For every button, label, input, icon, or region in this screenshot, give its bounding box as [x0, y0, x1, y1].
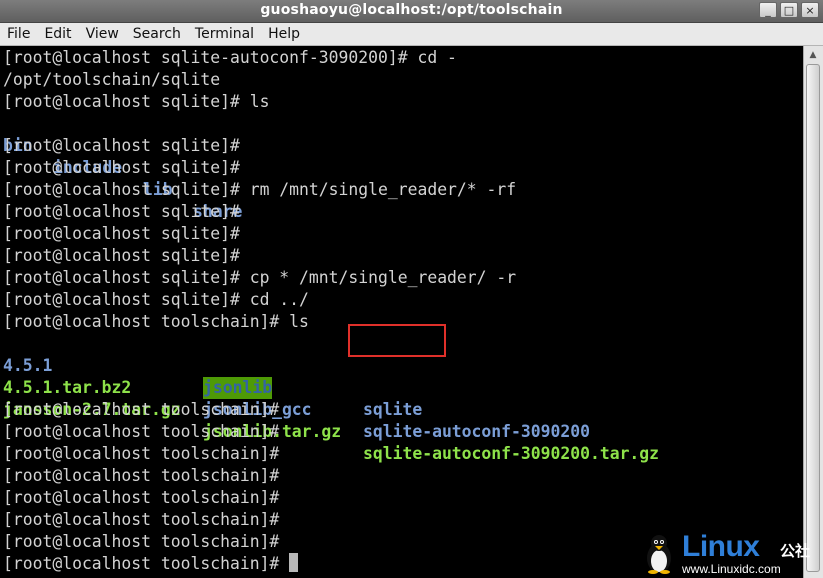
minimize-button[interactable]: _	[759, 2, 777, 18]
terminal-line: [root@localhost toolschain]#	[3, 532, 280, 551]
archive-entry: sqlite-autoconf-3090200.tar.gz	[363, 444, 660, 463]
terminal-line: [root@localhost toolschain]#	[3, 400, 280, 419]
terminal-line: [root@localhost sqlite]# ls	[3, 92, 270, 111]
terminal-line: [root@localhost toolschain]#	[3, 444, 280, 463]
terminal-line: [root@localhost toolschain]#	[3, 488, 280, 507]
window-title: guoshaoyu@localhost:/opt/toolschain	[260, 2, 563, 18]
terminal-line: [root@localhost sqlite]# cp * /mnt/singl…	[3, 268, 517, 287]
watermark-brand-cn: 公社	[780, 542, 811, 560]
terminal-line: [root@localhost toolschain]#	[3, 510, 280, 529]
terminal-line: [root@localhost sqlite]# cd ../	[3, 290, 309, 309]
terminal-output[interactable]: [root@localhost sqlite-autoconf-3090200]…	[0, 46, 803, 578]
ls-output-sqlite: bin include lib share	[3, 113, 242, 221]
terminal-line: [root@localhost toolschain]#	[3, 466, 280, 485]
window-titlebar[interactable]: guoshaoyu@localhost:/opt/toolschain _ □ …	[0, 0, 823, 23]
terminal-line: /opt/toolschain/sqlite	[3, 70, 221, 89]
menu-terminal[interactable]: Terminal	[188, 26, 261, 42]
dir-entry: sqlite-autoconf-3090200	[363, 422, 590, 441]
terminal-line: [root@localhost toolschain]# ls	[3, 312, 309, 331]
terminal-line: [root@localhost sqlite]#	[3, 224, 240, 243]
terminal-line: [root@localhost toolschain]#	[3, 422, 280, 441]
watermark-url: www.Linuxidc.com	[682, 562, 781, 576]
vertical-scrollbar[interactable]: ▲	[803, 46, 823, 578]
menu-search[interactable]: Search	[126, 26, 188, 42]
highlight-annotation-box	[348, 324, 446, 357]
scrollbar-thumb[interactable]	[806, 64, 820, 572]
terminal-line: [root@localhost sqlite]#	[3, 158, 240, 177]
watermark-logo: Linux 公社 www.Linuxidc.com	[640, 530, 820, 576]
terminal-line: [root@localhost sqlite]#	[3, 246, 240, 265]
close-button[interactable]: ×	[801, 2, 819, 18]
menubar: File Edit View Search Terminal Help	[0, 23, 823, 46]
dir-entry: sqlite	[363, 400, 423, 419]
ls-output-row: 4.5.1 jsonlib sqlite	[3, 333, 422, 419]
terminal-line: [root@localhost sqlite]# rm /mnt/single_…	[3, 180, 517, 199]
scroll-up-arrow-icon[interactable]: ▲	[806, 48, 820, 62]
maximize-button[interactable]: □	[780, 2, 798, 18]
prompt-text: [root@localhost toolschain]#	[3, 554, 280, 573]
ls-output-row: 4.5.1.tar.bz2 jsonlib_gcc sqlite-autocon…	[3, 355, 590, 441]
terminal-line: [root@localhost sqlite-autoconf-3090200]…	[3, 48, 457, 67]
watermark-brand: Linux	[682, 530, 760, 563]
ls-output-row: jansson-2.7.tar.gz jsonlib.tar.gz sqlite…	[3, 377, 659, 463]
text-cursor	[289, 553, 299, 572]
menu-file[interactable]: File	[0, 26, 37, 42]
menu-help[interactable]: Help	[261, 26, 307, 42]
terminal-prompt-line: [root@localhost toolschain]#	[3, 553, 299, 575]
dir-entry-highlighted: jsonlib	[203, 377, 273, 399]
tux-penguin-icon	[647, 535, 671, 574]
terminal-line: [root@localhost sqlite]#	[3, 136, 240, 155]
menu-view[interactable]: View	[79, 26, 126, 42]
terminal-line: [root@localhost sqlite]#	[3, 202, 240, 221]
menu-edit[interactable]: Edit	[37, 26, 78, 42]
